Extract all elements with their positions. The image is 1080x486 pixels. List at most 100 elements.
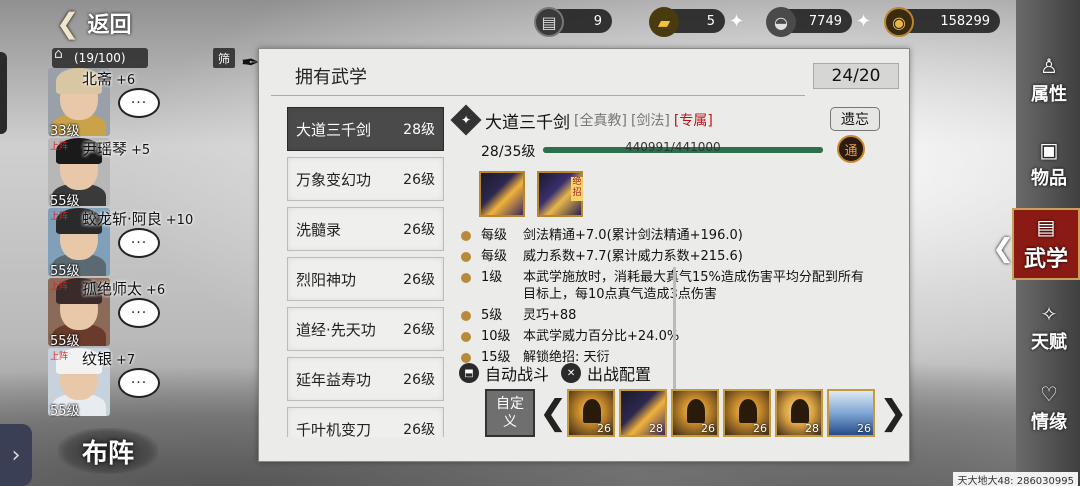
chest-icon: ▣ — [1039, 138, 1059, 162]
battle-controls: ⬒ 自动战斗 ✕ 出战配置 — [459, 361, 651, 385]
custom-label: 自定义 — [496, 396, 524, 430]
tab-martial-arts[interactable]: ▤ 武学 — [1012, 208, 1080, 280]
hero-level: 33级 — [50, 124, 80, 139]
add-gold-button[interactable]: ✦ — [729, 11, 744, 32]
hero-level: 55级 — [50, 334, 80, 349]
skill-count: 24/20 — [813, 63, 899, 89]
roster-count-text: (19/100) — [74, 51, 126, 65]
hat-icon: ⌂ — [54, 46, 63, 62]
system-edge-handle[interactable] — [0, 52, 7, 134]
battle-config-icon: ✕ — [561, 363, 582, 383]
resource-cart: ▤ 9 — [534, 7, 612, 37]
hero-name: 北斋 +6 — [82, 70, 136, 88]
hero-card[interactable]: 上阵 孤绝师太 +6 55级 ··· — [48, 278, 188, 349]
ultimate-tag: 绝招 — [571, 177, 583, 201]
in-team-tag: 上阵 — [50, 212, 69, 222]
slot-water-icon[interactable]: 26 — [827, 389, 875, 437]
skill-type-tag: [剑法] — [630, 113, 670, 129]
skill-name: 大道三千剑 — [485, 112, 570, 133]
talent-icon: ✧ — [1040, 302, 1058, 326]
skill-sect-tag: [全真教] — [574, 113, 627, 129]
coins-value: 158299 — [940, 13, 990, 29]
forget-button[interactable]: 遗忘 — [830, 107, 880, 131]
back-button[interactable]: ❮ 返回 — [56, 6, 131, 40]
custom-button[interactable]: 自定义 — [485, 389, 535, 437]
auto-battle-toggle[interactable]: ⬒ 自动战斗 — [459, 361, 549, 385]
heart-icon: ♡ — [1040, 382, 1058, 406]
skill-list[interactable]: 大道三千剑 28级 万象变幻功 26级 洗髓录 26级 烈阳神功 26级 道经·先天功 2… — [287, 107, 444, 437]
martial-arts-panel: ✒ 拥有武学 24/20 大道三千剑 28级 万象变幻功 26级 洗髓录 26级 烈阳… — [241, 48, 910, 462]
brush-icon: ✒ — [241, 51, 260, 76]
slots-prev-button[interactable]: ❮ — [539, 393, 568, 433]
skill-item[interactable]: 延年益寿功 26级 — [287, 357, 444, 401]
filter-label: 筛 — [217, 51, 230, 66]
hero-card[interactable]: 北斋 +6 33级 ··· — [48, 68, 188, 139]
add-silver-button[interactable]: ✦ — [856, 11, 871, 32]
in-team-tag: 上阵 — [50, 282, 69, 292]
battle-config-toggle[interactable]: ✕ 出战配置 — [561, 361, 651, 385]
hero-card[interactable]: 上阵 尹瑶琴 +5 55级 — [48, 138, 188, 209]
right-nav: ♙ 属性 ▣ 物品 ▤ 武学 ✧ 天赋 ♡ 情缘 — [1012, 0, 1080, 486]
skill-item[interactable]: 道经·先天功 26级 — [287, 307, 444, 351]
effects-scrollbar[interactable] — [673, 267, 676, 397]
hero-level: 55级 — [50, 264, 80, 279]
tab-talent[interactable]: ✧ 天赋 — [1020, 292, 1078, 364]
hero-name: 孤绝师太 +6 — [82, 280, 166, 298]
resource-silver: ◒ 7749 ✦ — [766, 7, 871, 37]
tab-bonds[interactable]: ♡ 情缘 — [1020, 372, 1078, 444]
hero-name: 尹瑶琴 +5 — [82, 140, 151, 158]
skill-item[interactable]: 大道三千剑 28级 — [287, 107, 444, 151]
skill-detail-header: ✦ 大道三千剑 [全真教] [剑法] [专属] — [450, 104, 713, 136]
tab-attributes[interactable]: ♙ 属性 — [1020, 44, 1078, 116]
hero-card[interactable]: 上阵 纹银 +7 55级 ··· — [48, 348, 188, 419]
breakthrough-button[interactable]: 通 — [837, 135, 865, 163]
gold-value: 5 — [706, 13, 715, 29]
skill-item[interactable]: 烈阳神功 26级 — [287, 257, 444, 301]
slot-figure-icon[interactable]: 26 — [723, 389, 771, 437]
back-label: 返回 — [87, 13, 132, 38]
hero-card[interactable]: 上阵 蛟龙斩·阿良 +10 55级 ··· — [48, 208, 193, 279]
system-side-tab[interactable]: › — [0, 424, 32, 486]
resource-coins: ◉ 158299 — [884, 7, 1000, 37]
cart-icon: ▤ — [534, 7, 564, 37]
auto-battle-icon: ⬒ — [459, 363, 479, 383]
skill-level: 28/35级 — [481, 144, 536, 160]
effect-row: 每级 剑法精通+7.0(累计剑法精通+196.0) — [461, 227, 871, 244]
cart-value: 9 — [593, 13, 602, 29]
skill-type-icon: ✦ — [450, 104, 482, 136]
formation-button[interactable]: 布阵 — [58, 428, 158, 474]
silver-value: 7749 — [808, 13, 842, 29]
book-icon: ▤ — [1036, 215, 1056, 239]
effect-row: 每级 威力系数+7.7(累计威力系数+215.6) — [461, 248, 871, 265]
chat-bubble-icon[interactable]: ··· — [118, 228, 160, 258]
slot-sword-skill-icon[interactable]: 28 — [619, 389, 667, 437]
slot-jump-icon[interactable]: 28 — [775, 389, 823, 437]
effect-row: 5级 灵巧+88 — [461, 307, 871, 324]
skill-effects: 每级 剑法精通+7.0(累计剑法精通+196.0) 每级 威力系数+7.7(累计威力… — [461, 227, 871, 370]
hero-level: 55级 — [50, 404, 80, 419]
tab-items[interactable]: ▣ 物品 — [1020, 128, 1078, 200]
skill-item[interactable]: 洗髓录 26级 — [287, 207, 444, 251]
xp-text: 440991/441000 — [625, 140, 721, 154]
effect-row: 10级 本武学威力百分比+24.0% — [461, 328, 871, 345]
hero-name: 纹银 +7 — [82, 350, 136, 368]
skill-item[interactable]: 万象变幻功 26级 — [287, 157, 444, 201]
chat-bubble-icon[interactable]: ··· — [118, 88, 160, 118]
gold-bar-icon: ▰ — [649, 7, 679, 37]
slot-figure-icon[interactable]: 26 — [567, 389, 615, 437]
skill-exclusive-tag: [专属] — [673, 113, 713, 129]
resource-gold: ▰ 5 ✦ — [649, 7, 744, 37]
skill-move-icon[interactable] — [479, 171, 525, 217]
filter-button[interactable]: 筛 — [213, 48, 235, 68]
chevron-left-icon: ❮ — [56, 6, 80, 40]
ultimate-move-icon[interactable]: 绝招 — [537, 171, 583, 217]
skill-item[interactable]: 千叶机变刀 26级 — [287, 407, 444, 437]
hero-level: 55级 — [50, 194, 80, 209]
chat-bubble-icon[interactable]: ··· — [118, 368, 160, 398]
chevron-left-icon: ❮ — [992, 234, 1014, 264]
chat-bubble-icon[interactable]: ··· — [118, 298, 160, 328]
divider — [271, 95, 805, 96]
slots-next-button[interactable]: ❯ — [879, 393, 908, 433]
slot-figure-icon[interactable]: 26 — [671, 389, 719, 437]
in-team-tag: 上阵 — [50, 352, 69, 362]
